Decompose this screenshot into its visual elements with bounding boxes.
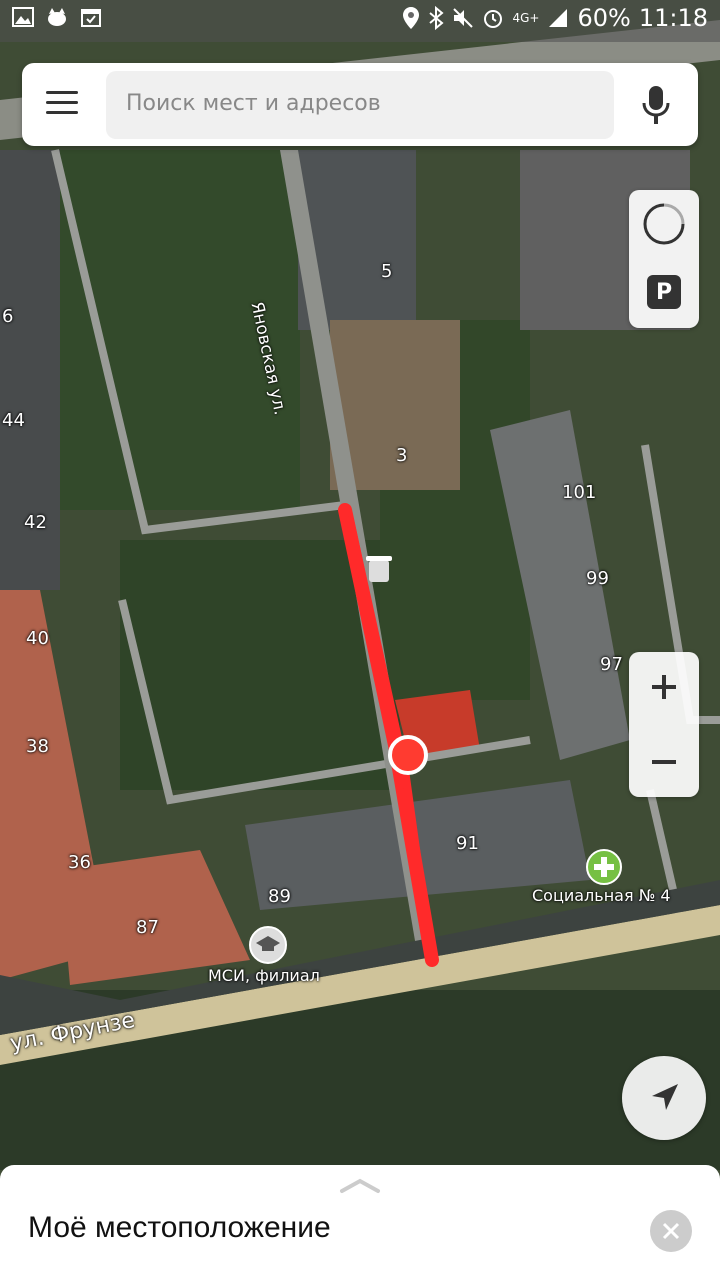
house-number: 36 <box>68 852 91 873</box>
house-number: 97 <box>600 654 623 675</box>
my-location-button[interactable] <box>622 1056 706 1140</box>
zoom-in-button[interactable] <box>629 657 699 717</box>
zoom-controls <box>629 652 699 797</box>
mute-icon <box>453 8 474 28</box>
sheet-title: Моё местоположение <box>28 1211 331 1244</box>
trash-bin-icon <box>366 556 392 582</box>
house-number: 6 <box>2 306 14 327</box>
battery-percent: 60% <box>577 4 631 32</box>
calendar-icon <box>81 9 101 27</box>
poi-label-msi[interactable]: МСИ, филиал <box>208 966 320 985</box>
status-bar: 4G+ 60% 11:18 <box>0 0 720 42</box>
house-number: 87 <box>136 917 159 938</box>
signal-icon <box>549 9 568 27</box>
minus-icon <box>652 760 676 764</box>
plus-icon <box>652 675 676 699</box>
poi-label-clinic[interactable]: Социальная № 4 <box>532 886 671 905</box>
house-number: 44 <box>2 410 25 431</box>
clock: 11:18 <box>638 4 708 32</box>
house-number: 5 <box>381 261 393 282</box>
satellite-map <box>0 0 720 1280</box>
map-view[interactable]: Яновская ул. ул. Фрунзе 5 6 44 42 3 101 … <box>0 0 720 1280</box>
navigation-arrow-icon <box>652 1084 678 1110</box>
house-number: 99 <box>586 568 609 589</box>
cat-icon <box>48 8 66 26</box>
traffic-icon <box>643 203 685 245</box>
microphone-icon[interactable] <box>636 83 676 127</box>
bluetooth-icon <box>429 6 445 30</box>
house-number: 89 <box>268 886 291 907</box>
layer-controls: P <box>629 190 699 328</box>
zoom-out-button[interactable] <box>629 732 699 792</box>
university-poi-icon[interactable] <box>249 926 287 964</box>
house-number: 42 <box>24 512 47 533</box>
network-type: 4G+ <box>512 10 540 25</box>
clinic-poi-icon[interactable] <box>586 849 622 885</box>
location-marker[interactable] <box>388 735 428 775</box>
close-button[interactable] <box>650 1210 692 1252</box>
house-number: 40 <box>26 628 49 649</box>
parking-icon: P <box>647 275 681 309</box>
location-sheet[interactable]: Моё местоположение <box>0 1165 720 1280</box>
traffic-button[interactable] <box>629 194 699 254</box>
search-input[interactable]: Поиск мест и адресов <box>106 71 614 139</box>
gallery-icon <box>12 7 34 27</box>
menu-icon[interactable] <box>46 91 78 117</box>
search-placeholder: Поиск мест и адресов <box>126 91 381 116</box>
chevron-up-icon[interactable] <box>338 1175 382 1195</box>
house-number: 3 <box>396 445 408 466</box>
parking-button[interactable]: P <box>629 262 699 322</box>
alarm-icon <box>484 10 503 28</box>
close-icon <box>662 1222 680 1240</box>
search-bar: Поиск мест и адресов <box>22 63 698 146</box>
house-number: 38 <box>26 736 49 757</box>
house-number: 91 <box>456 833 479 854</box>
house-number: 101 <box>562 482 597 503</box>
location-icon <box>403 7 420 29</box>
